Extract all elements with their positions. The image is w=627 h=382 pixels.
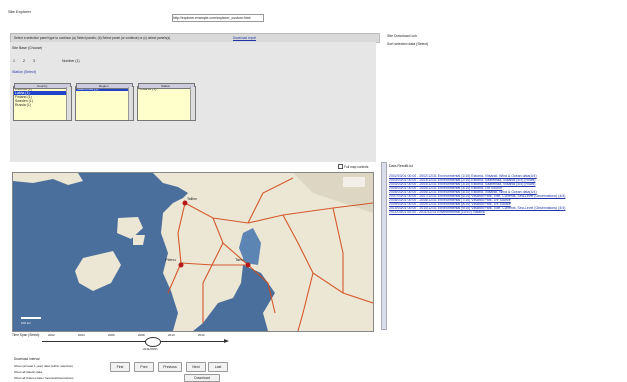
scrollbar[interactable] <box>190 87 195 120</box>
map-controls-label: Full map controls <box>344 165 369 169</box>
map-scale: 100 km <box>21 321 31 325</box>
url-field[interactable]: http://explorer.example.com/explorer_cus… <box>172 14 264 22</box>
tick-label: 2006 <box>108 333 115 337</box>
first-button[interactable]: First <box>110 362 130 372</box>
list-header: Country <box>14 83 71 89</box>
last-button[interactable]: Last <box>208 362 228 372</box>
step-1[interactable]: 1 <box>13 59 15 63</box>
tick-label: 2012 <box>198 333 205 337</box>
list-header: Region <box>76 83 133 89</box>
tick-label: 2010 <box>168 333 175 337</box>
step-2[interactable]: 2 <box>23 59 25 63</box>
right-top-title: Site Download Link <box>387 34 417 38</box>
header-link[interactable]: Download report <box>233 35 256 41</box>
timeline: Time Span (Select): 2002 2004 2006 2008 … <box>12 332 232 354</box>
results-title: Data ResultList <box>389 164 413 168</box>
checkbox[interactable] <box>338 164 343 170</box>
list-header: Station <box>138 83 195 89</box>
timeline-track[interactable] <box>42 341 224 342</box>
option-2[interactable]: Show all (latest) data <box>14 370 42 374</box>
tick-label: 2004 <box>78 333 85 337</box>
city-label-tallinn: Tallinn <box>187 197 197 201</box>
list-item[interactable]: 2011/03/01 00:00 - 2011/12/31 Environmen… <box>389 210 485 214</box>
results-scrollbar[interactable] <box>381 162 387 330</box>
timeline-current: 2011/09/01 <box>143 347 158 351</box>
results-panel: Data ResultList 2002/03/01 00:00 - 2002/… <box>381 162 627 330</box>
window-title: Site Explorer <box>8 9 31 14</box>
prev-button[interactable]: Prev <box>134 362 154 372</box>
list-item[interactable]: Russia (1) <box>14 103 71 107</box>
search-panel: Site Base (Choose) 1 2 3 Number (1) Stat… <box>10 42 376 162</box>
previous-button[interactable]: Previous <box>158 362 182 372</box>
map-controls-toggle[interactable]: Full map controls <box>338 164 369 170</box>
scrollbar[interactable] <box>128 87 133 120</box>
city-label-parnu: Pärnu <box>165 257 176 262</box>
list-region[interactable]: Region Saaremaa (1) <box>75 83 134 121</box>
list-country[interactable]: Country Estonia (1) Latvia (1) Finland (… <box>13 83 72 121</box>
timeline-label: Time Span (Select): <box>12 333 41 337</box>
section-label[interactable]: Station (Select) <box>12 70 36 74</box>
timeline-handle[interactable] <box>145 337 161 347</box>
map-view[interactable]: Tallinn Pärnu Tartu 100 km <box>12 172 374 332</box>
scrollbar[interactable] <box>66 87 71 120</box>
results-list: 2002/03/01 00:00 - 2002/12/31 Environmen… <box>389 174 627 234</box>
next-button[interactable]: Next <box>186 362 206 372</box>
option-1[interactable]: Show (at least 1 year) data (within sele… <box>14 364 73 368</box>
option-3[interactable]: Show all (future) data / forecast/observ… <box>14 376 74 380</box>
tick-label: 2008 <box>138 333 145 337</box>
step-label: Number (1) <box>62 59 80 63</box>
option-title: Download Interval <box>14 357 40 361</box>
city-label-tartu: Tartu <box>235 257 244 262</box>
arrow-right-icon <box>224 339 229 343</box>
panel-title: Site Base (Choose) <box>12 46 43 50</box>
step-3[interactable]: 3 <box>33 59 35 63</box>
list-station[interactable]: Station Vilsandi (1) <box>137 83 196 121</box>
tick-label: 2002 <box>48 333 55 337</box>
header-text: Select a selection panel type to continu… <box>14 36 171 40</box>
right-top-subtitle: Sort selected data (Select) <box>387 42 429 46</box>
